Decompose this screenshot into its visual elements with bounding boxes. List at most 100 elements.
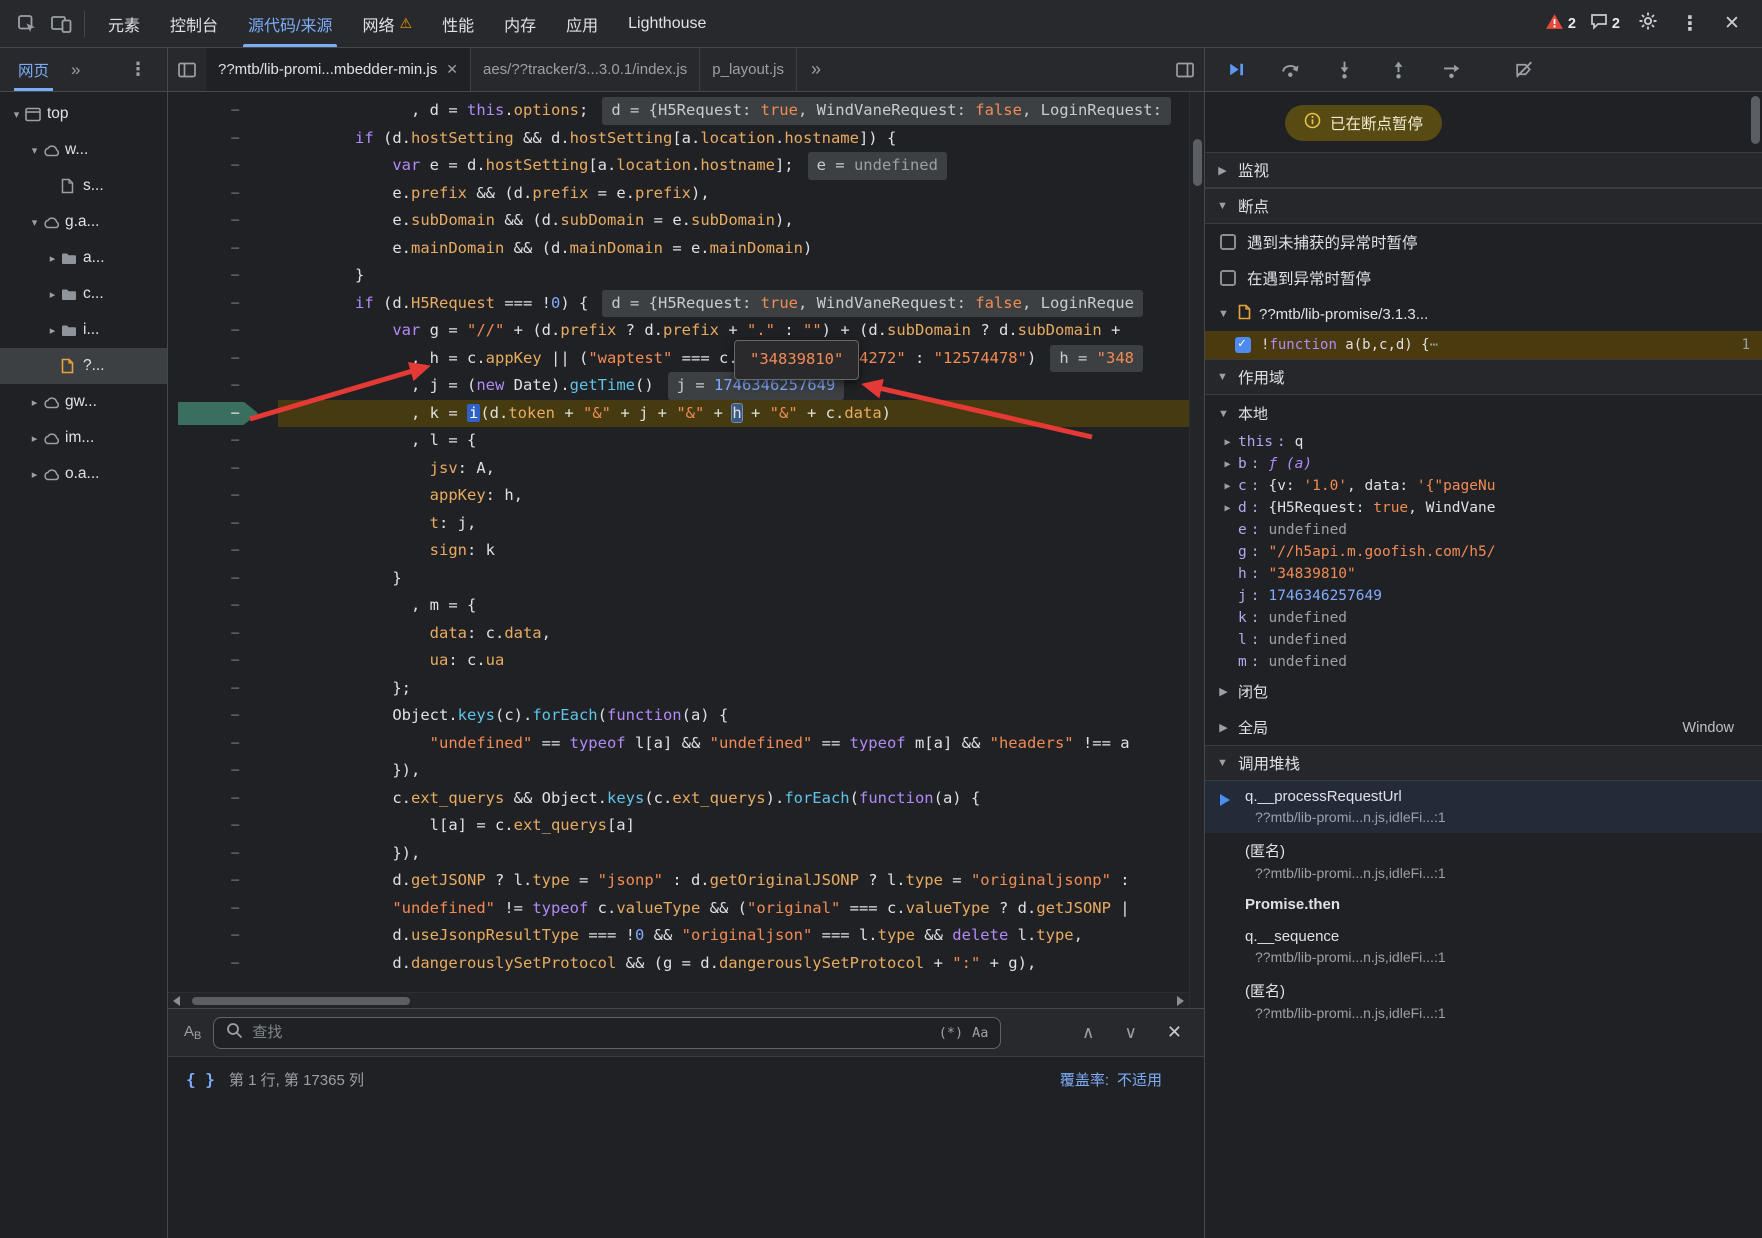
panel-tab-4[interactable]: 性能 bbox=[427, 0, 489, 47]
error-badge[interactable]: 2 bbox=[1545, 13, 1576, 34]
chevron-down-icon[interactable]: ▾ bbox=[8, 108, 25, 121]
breakpoint-gutter[interactable]: − bbox=[168, 812, 278, 840]
file-tab-0[interactable]: ??mtb/lib-promi...mbedder-min.js✕ bbox=[206, 48, 471, 91]
step-out-button[interactable] bbox=[1385, 57, 1411, 83]
chevron-right-icon[interactable]: ▶ bbox=[1221, 459, 1234, 470]
breakpoint-group[interactable]: ▼ ??mtb/lib-promise/3.1.3... bbox=[1205, 296, 1762, 331]
scope-closure[interactable]: ▶ 闭包 bbox=[1205, 673, 1762, 709]
resume-button[interactable] bbox=[1223, 57, 1249, 83]
section-watch[interactable]: ▶ 监视 bbox=[1205, 152, 1762, 188]
close-devtools-icon[interactable]: ✕ bbox=[1718, 12, 1746, 35]
breakpoint-gutter[interactable]: − bbox=[168, 620, 278, 648]
chevron-right-icon[interactable]: ▸ bbox=[26, 468, 43, 481]
scope-local[interactable]: ▼ 本地 bbox=[1205, 395, 1762, 431]
pause-caught-checkbox[interactable] bbox=[1220, 270, 1236, 286]
toggle-navigator-icon[interactable] bbox=[168, 61, 206, 79]
chevron-right-icon[interactable]: ▸ bbox=[26, 432, 43, 445]
panel-tab-0[interactable]: 元素 bbox=[93, 0, 155, 47]
scope-variable[interactable]: ▶d:{H5Request: true, WindVane bbox=[1205, 497, 1762, 519]
more-options-icon[interactable]: ⋮ bbox=[1676, 11, 1704, 36]
chevron-down-icon[interactable]: ▾ bbox=[26, 216, 43, 229]
breakpoint-gutter[interactable]: − bbox=[168, 840, 278, 868]
scope-variable[interactable]: h:"34839810" bbox=[1205, 563, 1762, 585]
breakpoint-gutter[interactable]: − bbox=[168, 867, 278, 895]
breakpoint-gutter[interactable]: − bbox=[168, 592, 278, 620]
breakpoint-gutter[interactable]: − bbox=[168, 345, 278, 373]
pretty-print-icon[interactable]: { } bbox=[186, 1070, 215, 1089]
tree-item[interactable]: ▸o.a... bbox=[0, 456, 167, 492]
find-previous-icon[interactable]: ∧ bbox=[1082, 1023, 1094, 1043]
tree-item[interactable]: ▸im... bbox=[0, 420, 167, 456]
chevron-right-icon[interactable]: ▶ bbox=[1221, 437, 1234, 448]
call-stack-frame[interactable]: q.__processRequestUrl??mtb/lib-promi...n… bbox=[1205, 781, 1762, 833]
breakpoint-gutter[interactable]: − bbox=[168, 290, 278, 318]
navigator-menu-icon[interactable]: ⋮ bbox=[129, 59, 163, 80]
tab-page[interactable]: 网页 bbox=[14, 48, 53, 91]
breakpoint-gutter[interactable]: − bbox=[168, 537, 278, 565]
more-tabs-icon[interactable]: » bbox=[71, 60, 80, 80]
breakpoint-gutter[interactable]: − bbox=[168, 97, 278, 125]
breakpoint-gutter[interactable]: − bbox=[168, 372, 278, 400]
breakpoint-gutter[interactable]: − bbox=[168, 922, 278, 950]
close-find-icon[interactable]: ✕ bbox=[1167, 1022, 1182, 1043]
tree-item[interactable]: ▸gw... bbox=[0, 384, 167, 420]
scope-variable[interactable]: k:undefined bbox=[1205, 607, 1762, 629]
file-tab-2[interactable]: p_layout.js bbox=[700, 48, 797, 91]
panel-tab-6[interactable]: 应用 bbox=[551, 0, 613, 47]
scope-variable[interactable]: m:undefined bbox=[1205, 651, 1762, 673]
chevron-right-icon[interactable]: ▸ bbox=[44, 288, 61, 301]
breakpoint-gutter[interactable]: − bbox=[168, 207, 278, 235]
scroll-left-icon[interactable] bbox=[173, 996, 180, 1006]
find-mode-icon[interactable]: AB bbox=[184, 1023, 201, 1042]
tree-item[interactable]: ▸a... bbox=[0, 240, 167, 276]
breakpoint-gutter[interactable]: − bbox=[168, 482, 278, 510]
breakpoint-gutter[interactable]: − bbox=[168, 125, 278, 153]
execution-pointer-marker[interactable]: − bbox=[168, 400, 278, 428]
scope-variable[interactable]: ▶b:ƒ (a) bbox=[1205, 453, 1762, 475]
call-stack-frame[interactable]: (匿名)??mtb/lib-promi...n.js,idleFi...:1 bbox=[1205, 833, 1762, 889]
more-open-tabs-icon[interactable]: » bbox=[797, 59, 835, 80]
panel-tab-5[interactable]: 内存 bbox=[489, 0, 551, 47]
find-next-icon[interactable]: ∨ bbox=[1124, 1023, 1136, 1043]
panel-scrollbar-thumb[interactable] bbox=[1751, 96, 1760, 144]
panel-tab-7[interactable]: Lighthouse bbox=[613, 0, 721, 47]
pause-on-uncaught-row[interactable]: 遇到未捕获的异常时暂停 bbox=[1205, 224, 1762, 260]
pause-uncaught-checkbox[interactable] bbox=[1220, 234, 1236, 250]
chevron-right-icon[interactable]: ▸ bbox=[44, 324, 61, 337]
scope-variable[interactable]: g:"//h5api.m.goofish.com/h5/ bbox=[1205, 541, 1762, 563]
breakpoint-gutter[interactable]: − bbox=[168, 455, 278, 483]
call-stack-frame[interactable]: Promise.then bbox=[1205, 889, 1762, 921]
chevron-right-icon[interactable]: ▸ bbox=[26, 396, 43, 409]
breakpoint-gutter[interactable]: − bbox=[168, 647, 278, 675]
toggle-debugger-sidebar-icon[interactable] bbox=[1166, 61, 1204, 79]
tree-item[interactable]: ▾top bbox=[0, 96, 167, 132]
tree-item[interactable]: ▾w... bbox=[0, 132, 167, 168]
breakpoint-entry[interactable]: !function a(b,c,d) {⋯1 bbox=[1205, 331, 1762, 359]
breakpoint-gutter[interactable]: − bbox=[168, 235, 278, 263]
call-stack-frame[interactable]: (匿名)??mtb/lib-promi...n.js,idleFi...:1 bbox=[1205, 973, 1762, 1029]
tree-item[interactable]: s... bbox=[0, 168, 167, 204]
scope-variable[interactable]: ▶this:q bbox=[1205, 431, 1762, 453]
issues-badge[interactable]: 2 bbox=[1590, 13, 1620, 34]
scrollbar-thumb[interactable] bbox=[192, 997, 410, 1005]
coverage-status[interactable]: 覆盖率: 不适用 bbox=[1060, 1069, 1186, 1090]
chevron-down-icon[interactable]: ▾ bbox=[26, 144, 43, 157]
breakpoint-gutter[interactable]: − bbox=[168, 730, 278, 758]
device-toolbar-icon[interactable] bbox=[44, 7, 78, 41]
call-stack-frame[interactable]: q.__sequence??mtb/lib-promi...n.js,idleF… bbox=[1205, 921, 1762, 973]
breakpoint-gutter[interactable]: − bbox=[168, 262, 278, 290]
breakpoint-gutter[interactable]: − bbox=[168, 675, 278, 703]
tree-item[interactable]: ▾g.a... bbox=[0, 204, 167, 240]
match-case-toggle-icon[interactable]: Aa bbox=[972, 1025, 988, 1041]
panel-tab-3[interactable]: 网络⚠ bbox=[347, 0, 427, 47]
breakpoint-gutter[interactable]: − bbox=[168, 565, 278, 593]
editor-horizontal-scrollbar[interactable] bbox=[168, 992, 1189, 1008]
breakpoint-gutter[interactable]: − bbox=[168, 895, 278, 923]
panel-tab-1[interactable]: 控制台 bbox=[155, 0, 233, 47]
step-button[interactable] bbox=[1439, 57, 1465, 83]
close-tab-icon[interactable]: ✕ bbox=[446, 61, 458, 78]
chevron-right-icon[interactable]: ▸ bbox=[44, 252, 61, 265]
step-into-button[interactable] bbox=[1331, 57, 1357, 83]
breakpoint-gutter[interactable]: − bbox=[168, 510, 278, 538]
breakpoint-gutter[interactable]: − bbox=[168, 180, 278, 208]
